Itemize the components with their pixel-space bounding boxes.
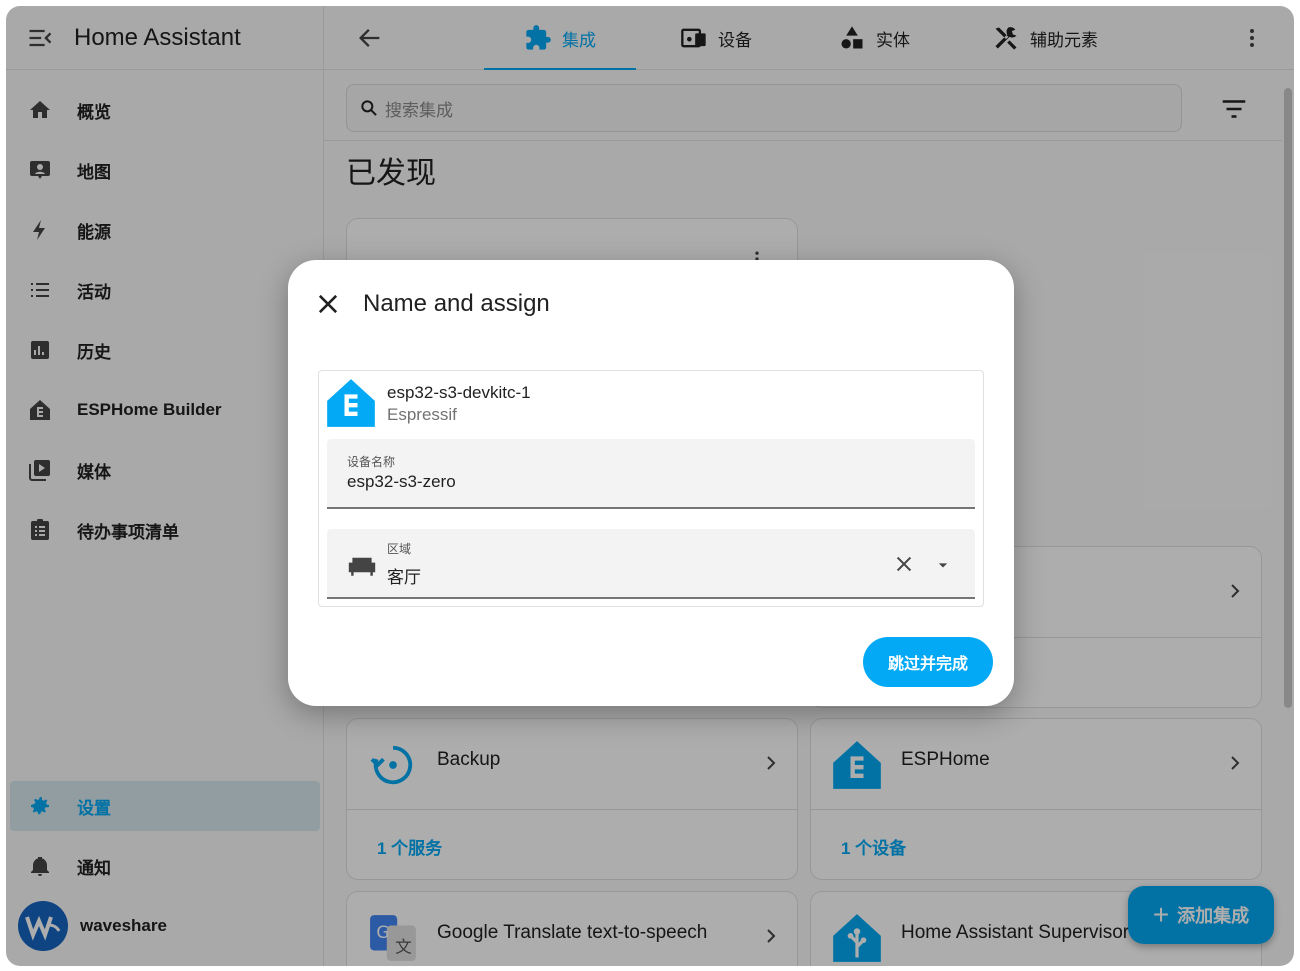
- skip-and-finish-button[interactable]: 跳过并完成: [863, 637, 993, 687]
- area-select-field[interactable]: 区域 客厅: [327, 529, 975, 599]
- device-name: esp32-s3-devkitc-1: [387, 383, 531, 402]
- dialog-title: Name and assign: [363, 290, 550, 317]
- esphome-icon: [327, 379, 375, 427]
- dropdown-arrow-icon[interactable]: [933, 555, 953, 575]
- field-value: 客厅: [387, 568, 421, 587]
- app-window: Home Assistant 概览 地图 能源 活动 历史 ESPHome Bu…: [6, 6, 1294, 966]
- device-manufacturer: Espressif: [387, 405, 457, 424]
- clear-icon[interactable]: [893, 553, 915, 575]
- sofa-icon: [348, 557, 376, 576]
- device-name-field[interactable]: 设备名称 esp32-s3-zero: [327, 439, 975, 509]
- field-label: 设备名称: [347, 455, 396, 469]
- name-assign-dialog: Name and assign esp32-s3-devkitc-1 Espre…: [288, 260, 1014, 706]
- field-value: esp32-s3-zero: [347, 472, 456, 491]
- device-info-box: esp32-s3-devkitc-1 Espressif 设备名称 esp32-…: [318, 370, 984, 607]
- close-icon[interactable]: [314, 290, 342, 318]
- field-label: 区域: [387, 542, 412, 556]
